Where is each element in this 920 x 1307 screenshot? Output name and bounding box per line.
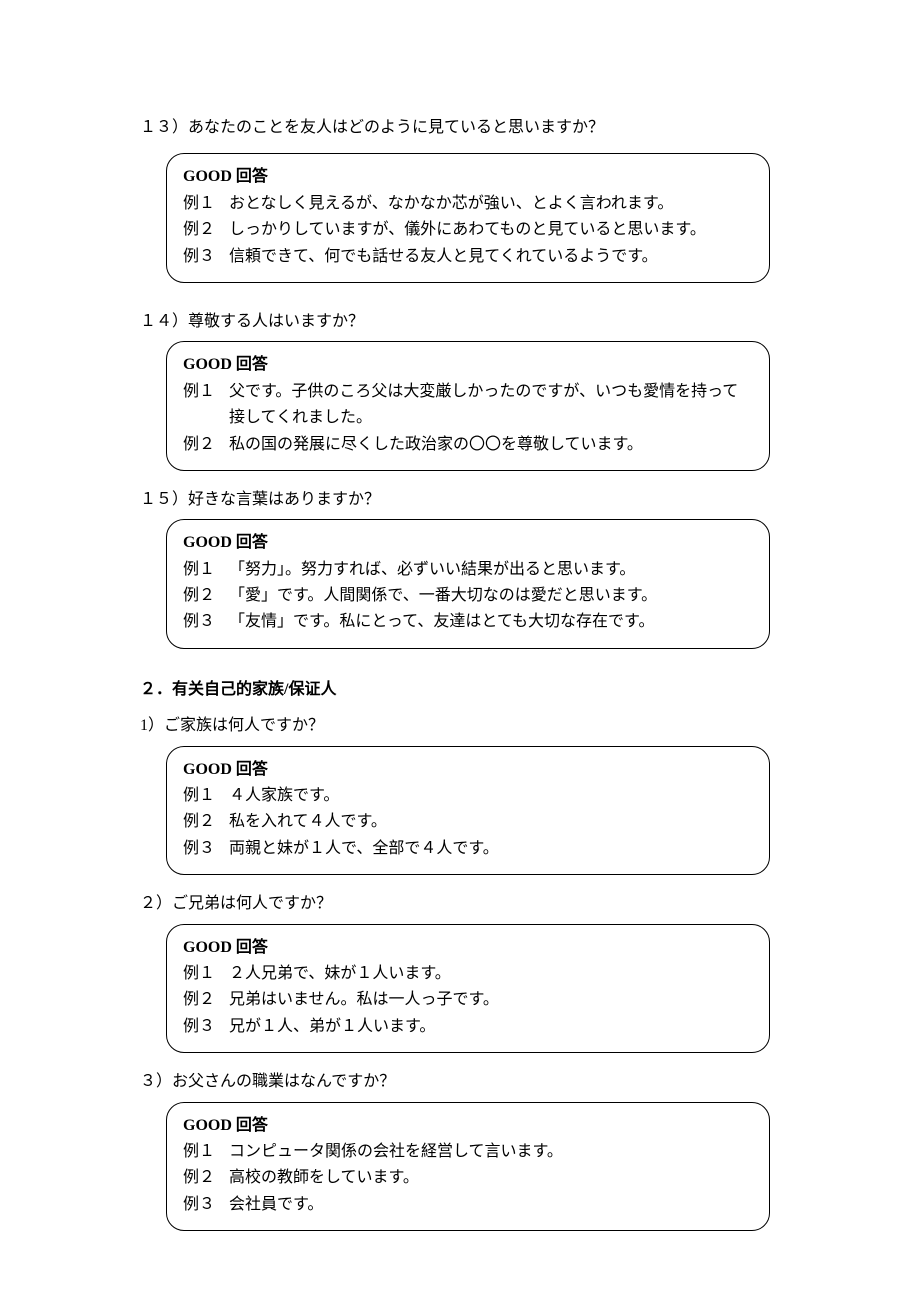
example-label: 例２ <box>183 432 215 458</box>
example-label: 例３ <box>183 1014 215 1040</box>
answer-box-s2-2: GOOD 回答 例１ ２人兄弟で、妹が１人います。 例２ 兄弟はいません。私は一… <box>166 924 770 1054</box>
good-header: GOOD 回答 <box>183 935 753 961</box>
example-label: 例１ <box>183 557 215 583</box>
example-text: しっかりしていますが、儀外にあわてものと見ていると思います。 <box>229 217 753 243</box>
example-label: 例３ <box>183 836 215 862</box>
example-line: 例３ 兄が１人、弟が１人います。 <box>183 1014 753 1040</box>
example-label: 例２ <box>183 987 215 1013</box>
example-text: 会社員です。 <box>229 1192 753 1218</box>
example-line: 例１ コンピュータ関係の会社を経営して言います。 <box>183 1139 753 1165</box>
question-s2-2-text: ２）ご兄弟は何人ですか？ <box>140 891 770 917</box>
question-14: １４）尊敬する人はいますか？ GOOD 回答 例１ 父です。子供のころ父は大変厳… <box>150 309 770 471</box>
example-label: 例３ <box>183 609 215 635</box>
question-13: １３）あなたのことを友人はどのように見ていると思いますか？ GOOD 回答 例１… <box>150 115 770 283</box>
example-line: 例２ 私を入れて４人です。 <box>183 809 753 835</box>
example-label: 例１ <box>183 783 215 809</box>
example-line: 例１ ２人兄弟で、妹が１人います。 <box>183 961 753 987</box>
example-line: 例３ 信頼できて、何でも話せる友人と見てくれているようです。 <box>183 244 753 270</box>
example-label: 例１ <box>183 961 215 987</box>
example-text: ２人兄弟で、妹が１人います。 <box>229 961 753 987</box>
answer-box-s2-3: GOOD 回答 例１ コンピュータ関係の会社を経営して言います。 例２ 高校の教… <box>166 1102 770 1232</box>
answer-box-15: GOOD 回答 例１ 「努力」。努力すれば、必ずいい結果が出ると思います。 例２… <box>166 519 770 649</box>
example-label: 例２ <box>183 809 215 835</box>
question-s2-3: ３）お父さんの職業はなんですか？ GOOD 回答 例１ コンピュータ関係の会社を… <box>150 1069 770 1231</box>
example-line: 例２ 兄弟はいません。私は一人っ子です。 <box>183 987 753 1013</box>
good-header: GOOD 回答 <box>183 164 753 190</box>
example-text: 私の国の発展に尽くした政治家の〇〇を尊敬しています。 <box>229 432 753 458</box>
example-text: 「努力」。努力すれば、必ずいい結果が出ると思います。 <box>229 557 753 583</box>
section-2-title: ２．有关自己的家族/保证人 <box>140 677 770 703</box>
example-label: 例１ <box>183 1139 215 1165</box>
example-line: 例１ 父です。子供のころ父は大変厳しかったのですが、いつも愛情を持って接してくれ… <box>183 379 753 432</box>
example-line: 例１ ４人家族です。 <box>183 783 753 809</box>
example-label: 例２ <box>183 217 215 243</box>
good-header: GOOD 回答 <box>183 352 753 378</box>
example-line: 例１ 「努力」。努力すれば、必ずいい結果が出ると思います。 <box>183 557 753 583</box>
example-label: 例３ <box>183 244 215 270</box>
example-text: 両親と妹が１人で、全部で４人です。 <box>229 836 753 862</box>
question-s2-3-text: ３）お父さんの職業はなんですか？ <box>140 1069 770 1095</box>
example-line: 例２ 「愛」です。人間関係で、一番大切なのは愛だと思います。 <box>183 583 753 609</box>
question-13-text: １３）あなたのことを友人はどのように見ていると思いますか？ <box>140 115 770 141</box>
example-text: 兄が１人、弟が１人います。 <box>229 1014 753 1040</box>
example-text: 信頼できて、何でも話せる友人と見てくれているようです。 <box>229 244 753 270</box>
question-14-text: １４）尊敬する人はいますか？ <box>140 309 770 335</box>
example-text: ４人家族です。 <box>229 783 753 809</box>
answer-box-s2-1: GOOD 回答 例１ ４人家族です。 例２ 私を入れて４人です。 例３ 両親と妹… <box>166 746 770 876</box>
answer-box-13: GOOD 回答 例１ おとなしく見えるが、なかなか芯が強い、とよく言われます。 … <box>166 153 770 283</box>
question-s2-1-text: 1）ご家族は何人ですか？ <box>140 713 770 739</box>
example-text: おとなしく見えるが、なかなか芯が強い、とよく言われます。 <box>229 191 753 217</box>
example-text: 「友情」です。私にとって、友達はとても大切な存在です。 <box>229 609 753 635</box>
example-label: 例３ <box>183 1192 215 1218</box>
example-text: 父です。子供のころ父は大変厳しかったのですが、いつも愛情を持って接してくれました… <box>229 379 753 432</box>
example-text: コンピュータ関係の会社を経営して言います。 <box>229 1139 753 1165</box>
example-label: 例１ <box>183 379 215 432</box>
question-s2-1: 1）ご家族は何人ですか？ GOOD 回答 例１ ４人家族です。 例２ 私を入れて… <box>150 713 770 875</box>
example-line: 例２ しっかりしていますが、儀外にあわてものと見ていると思います。 <box>183 217 753 243</box>
example-label: 例２ <box>183 1165 215 1191</box>
question-15: １５）好きな言葉はありますか？ GOOD 回答 例１ 「努力」。努力すれば、必ず… <box>150 487 770 649</box>
example-text: 高校の教師をしています。 <box>229 1165 753 1191</box>
good-header: GOOD 回答 <box>183 1113 753 1139</box>
example-text: 私を入れて４人です。 <box>229 809 753 835</box>
example-label: 例２ <box>183 583 215 609</box>
question-s2-2: ２）ご兄弟は何人ですか？ GOOD 回答 例１ ２人兄弟で、妹が１人います。 例… <box>150 891 770 1053</box>
good-header: GOOD 回答 <box>183 530 753 556</box>
question-15-text: １５）好きな言葉はありますか？ <box>140 487 770 513</box>
example-line: 例１ おとなしく見えるが、なかなか芯が強い、とよく言われます。 <box>183 191 753 217</box>
example-line: 例２ 高校の教師をしています。 <box>183 1165 753 1191</box>
example-line: 例３ 会社員です。 <box>183 1192 753 1218</box>
example-text: 兄弟はいません。私は一人っ子です。 <box>229 987 753 1013</box>
example-text: 「愛」です。人間関係で、一番大切なのは愛だと思います。 <box>229 583 753 609</box>
answer-box-14: GOOD 回答 例１ 父です。子供のころ父は大変厳しかったのですが、いつも愛情を… <box>166 341 770 471</box>
example-label: 例１ <box>183 191 215 217</box>
example-line: 例３ 両親と妹が１人で、全部で４人です。 <box>183 836 753 862</box>
example-line: 例２ 私の国の発展に尽くした政治家の〇〇を尊敬しています。 <box>183 432 753 458</box>
example-line: 例３ 「友情」です。私にとって、友達はとても大切な存在です。 <box>183 609 753 635</box>
good-header: GOOD 回答 <box>183 757 753 783</box>
